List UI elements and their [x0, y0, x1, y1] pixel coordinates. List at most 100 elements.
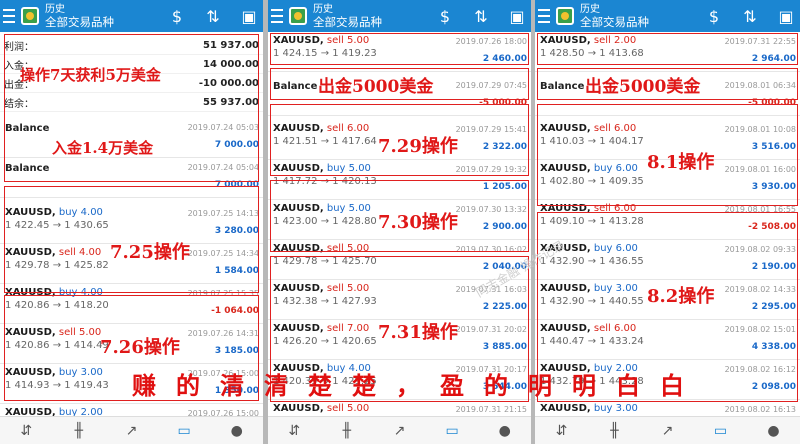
- trade-side: sell 5.00: [326, 283, 370, 294]
- currency-swap-icon[interactable]: $: [167, 6, 187, 26]
- trade-time: 2019.08.02 16:13: [724, 405, 796, 414]
- sort-icon[interactable]: ⇅: [471, 6, 491, 26]
- messages-icon[interactable]: ●: [225, 423, 249, 439]
- annotation-note: 出金5000美金: [585, 77, 701, 97]
- app-logo-icon: [556, 7, 574, 25]
- trade-profit: 2 900.00: [482, 222, 527, 232]
- trade-time: 2019.07.25 14:13: [187, 209, 259, 218]
- trade-icon[interactable]: ↗: [119, 423, 143, 439]
- trade-side: sell 5.00: [326, 403, 370, 414]
- trade-row[interactable]: XAUUSD, sell 6.00 1 409.10 → 1 413.28 2019…: [535, 200, 800, 240]
- trade-time: 2019.07.31 21:15: [455, 405, 527, 414]
- trade-time: 2019.07.30 16:02: [455, 245, 527, 254]
- sort-icon[interactable]: ⇅: [203, 6, 223, 26]
- trade-profit: 2 322.00: [482, 142, 527, 152]
- bottom-nav: ⇵ ╫ ↗ ▭ ●: [0, 416, 263, 444]
- app-logo-icon: [289, 7, 307, 25]
- trade-time: 2019.08.02 14:33: [724, 285, 796, 294]
- top-bar: 历史 全部交易品种 $ ⇅ ▣: [535, 0, 800, 32]
- trade-row[interactable]: XAUUSD, sell 5.001 432.10 → 1 418.902019…: [268, 400, 531, 416]
- menu-icon[interactable]: [271, 9, 283, 23]
- trade-side: sell 5.00: [58, 327, 102, 338]
- symbol-filter[interactable]: 全部交易品种: [580, 16, 649, 29]
- annotation-note: 7.30操作: [378, 212, 458, 233]
- trade-icon[interactable]: ↗: [656, 423, 680, 439]
- trade-side: buy 3.00: [58, 367, 103, 378]
- top-bar: 历史 全部交易品种 $ ⇅ ▣: [268, 0, 531, 32]
- history-icon[interactable]: ▭: [709, 423, 733, 439]
- trade-profit: 1 205.00: [482, 182, 527, 192]
- annotation-note: 7.29操作: [378, 136, 458, 157]
- symbol-filter[interactable]: 全部交易品种: [45, 16, 114, 29]
- sort-icon[interactable]: ⇅: [740, 6, 760, 26]
- trade-profit: 2 098.00: [751, 382, 796, 392]
- trade-side: sell 5.00: [326, 243, 370, 254]
- trade-side: buy 6.00: [593, 243, 638, 254]
- trade-profit: 2 190.00: [751, 262, 796, 272]
- trade-time: 2019.07.25 14:34: [187, 249, 259, 258]
- trade-side: sell 2.00: [593, 35, 637, 46]
- trade-row[interactable]: XAUUSD, buy 3.001 432.79 → 1 444.752019.…: [535, 400, 800, 416]
- trade-profit: 2 460.00: [482, 54, 527, 64]
- calendar-icon[interactable]: ▣: [239, 6, 259, 26]
- annotation-note: 8.2操作: [647, 286, 715, 307]
- trade-side: buy 5.00: [326, 163, 371, 174]
- trade-icon[interactable]: ↗: [387, 423, 411, 439]
- trade-time: 2019.07.29 19:32: [455, 165, 527, 174]
- trade-row[interactable]: XAUUSD, sell 6.00 1 440.47 → 1 433.24 2019…: [535, 320, 800, 360]
- quotes-icon[interactable]: ⇵: [14, 423, 38, 439]
- bottom-nav: ⇵ ╫ ↗ ▭ ●: [268, 416, 531, 444]
- calendar-icon[interactable]: ▣: [776, 6, 796, 26]
- history-icon[interactable]: ▭: [172, 423, 196, 439]
- menu-icon[interactable]: [538, 9, 550, 23]
- annotation-note: 8.1操作: [647, 152, 715, 173]
- trade-side: sell 6.00: [326, 123, 370, 134]
- balance-row[interactable]: Balance 2019.07.24 05:04 7 000.00: [0, 158, 263, 198]
- trade-row[interactable]: XAUUSD, buy 4.00 1 420.86 → 1 418.20 2019.…: [0, 284, 263, 324]
- trade-time: 2019.07.31 22:55: [724, 37, 796, 46]
- currency-swap-icon[interactable]: $: [435, 6, 455, 26]
- trade-row[interactable]: XAUUSD, sell 2.00 1 428.50 → 1 413.68 2019…: [535, 32, 800, 72]
- annotation-note: 操作7天获利5万美金: [20, 66, 161, 84]
- trade-profit: 3 280.00: [214, 226, 259, 236]
- currency-swap-icon[interactable]: $: [704, 6, 724, 26]
- trade-side: sell 4.00: [58, 247, 102, 258]
- trade-side: buy 4.00: [58, 207, 103, 218]
- trade-profit: 2 225.00: [482, 302, 527, 312]
- trade-side: buy 4.00: [58, 287, 103, 298]
- quotes-icon[interactable]: ⇵: [550, 423, 574, 439]
- trade-time: 2019.07.26 14:31: [187, 329, 259, 338]
- trade-row[interactable]: XAUUSD, buy 2.001 414.93 → 1 421.482019.…: [0, 404, 263, 416]
- trade-time: 2019.08.01 16:00: [724, 165, 796, 174]
- calendar-icon[interactable]: ▣: [507, 6, 527, 26]
- symbol-filter[interactable]: 全部交易品种: [313, 16, 382, 29]
- messages-icon[interactable]: ●: [493, 423, 517, 439]
- trade-side: sell 7.00: [326, 323, 370, 334]
- chart-icon[interactable]: ╫: [67, 423, 91, 439]
- annotation-note: 7.26操作: [100, 337, 180, 358]
- trade-row[interactable]: XAUUSD, sell 5.00 1 424.15 → 1 419.23 2019…: [268, 32, 531, 72]
- chart-icon[interactable]: ╫: [335, 423, 359, 439]
- bottom-nav: ⇵ ╫ ↗ ▭ ●: [535, 416, 800, 444]
- trade-side: sell 6.00: [593, 203, 637, 214]
- trade-side: buy 5.00: [326, 203, 371, 214]
- quotes-icon[interactable]: ⇵: [282, 423, 306, 439]
- screenshot-collage: 历史 全部交易品种 $ ⇅ ▣ 利润： 51 937.00 入金： 14 000.0…: [0, 0, 800, 444]
- messages-icon[interactable]: ●: [762, 423, 786, 439]
- trade-side: sell 5.00: [326, 35, 370, 46]
- trade-profit: 3 516.00: [751, 142, 796, 152]
- annotation-note: 入金1.4万美金: [52, 139, 154, 157]
- history-icon[interactable]: ▭: [440, 423, 464, 439]
- menu-icon[interactable]: [3, 9, 15, 23]
- trade-side: buy 3.00: [593, 403, 638, 414]
- annotation-note: 7.25操作: [110, 242, 190, 263]
- trade-profit: 3 930.00: [751, 182, 796, 192]
- trade-profit: 4 338.00: [751, 342, 796, 352]
- chart-icon[interactable]: ╫: [603, 423, 627, 439]
- trade-row[interactable]: XAUUSD, buy 5.00 1 417.72 → 1 420.13 2019.…: [268, 160, 531, 200]
- trade-time: 2019.07.31 20:02: [455, 325, 527, 334]
- trade-time: 2019.07.25 15:35: [187, 289, 259, 298]
- trade-row[interactable]: XAUUSD, buy 6.00 1 432.90 → 1 436.55 2019.…: [535, 240, 800, 280]
- trade-time: 2019.08.01 10:08: [724, 125, 796, 134]
- trade-side: sell 6.00: [593, 323, 637, 334]
